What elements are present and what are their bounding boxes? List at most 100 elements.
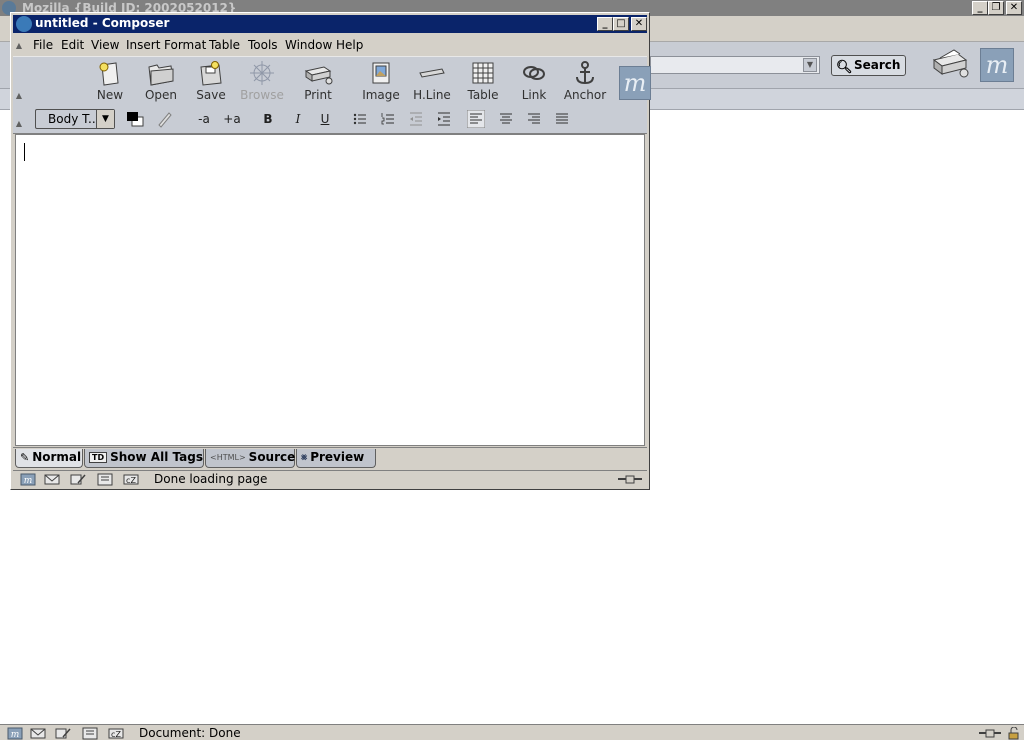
svg-text:cZ: cZ xyxy=(126,476,136,485)
align-right-icon[interactable] xyxy=(527,112,541,126)
online-connection-icon[interactable] xyxy=(978,727,1002,740)
menu-view[interactable]: View xyxy=(91,38,119,52)
magnifier-icon: 🔍︎ xyxy=(836,60,853,75)
tab-show-all-tags[interactable]: TD Show All Tags xyxy=(84,449,204,468)
menu-window[interactable]: Window xyxy=(285,38,332,52)
security-lock-icon xyxy=(1008,727,1019,740)
browser-print-icon[interactable] xyxy=(928,46,972,82)
composer-menubar: ▲ File Edit View Insert Format Table Too… xyxy=(13,35,647,56)
navigator-icon[interactable]: m xyxy=(20,473,36,486)
composer-icon[interactable] xyxy=(55,727,71,740)
composer-titlebar[interactable]: untitled - Composer _ □ ✕ xyxy=(13,15,647,33)
link-icon xyxy=(523,66,545,80)
new-page-icon xyxy=(99,62,119,86)
bold-button[interactable]: B xyxy=(259,109,277,129)
composer-statusbar: m cZ Done loading page xyxy=(13,470,647,488)
browse-icon xyxy=(250,61,274,85)
search-button-label: Search xyxy=(854,58,901,72)
align-center-icon[interactable] xyxy=(499,112,513,126)
open-button[interactable]: Open xyxy=(138,59,184,103)
larger-font-button[interactable]: +a xyxy=(221,109,243,129)
paragraph-style-select[interactable]: Body T... ▼ xyxy=(35,109,115,129)
hline-button[interactable]: H.Line xyxy=(409,59,455,103)
menu-table[interactable]: Table xyxy=(209,38,240,52)
menu-format[interactable]: Format xyxy=(164,38,206,52)
folder-icon xyxy=(148,64,174,86)
table-button[interactable]: Table xyxy=(460,59,506,103)
underline-button[interactable]: U xyxy=(316,109,334,129)
composer-close-button[interactable]: ✕ xyxy=(631,17,647,31)
normal-pencil-icon: ✎ xyxy=(20,451,30,464)
url-dropdown-icon[interactable]: ▼ xyxy=(803,58,817,72)
menu-insert[interactable]: Insert xyxy=(126,38,160,52)
bullet-list-icon[interactable] xyxy=(353,112,367,126)
new-button[interactable]: New xyxy=(87,59,133,103)
smaller-font-button[interactable]: -a xyxy=(193,109,215,129)
tab-normal[interactable]: ✎ Normal xyxy=(15,449,83,468)
browser-url-field[interactable]: ▼ xyxy=(650,56,820,74)
save-button[interactable]: Save xyxy=(188,59,234,103)
html-source-icon: <HTML> xyxy=(210,453,246,462)
highlight-color-icon[interactable] xyxy=(155,109,175,129)
menu-help[interactable]: Help xyxy=(336,38,363,52)
address-book-icon[interactable] xyxy=(97,473,113,486)
menubar-grip-icon[interactable]: ▲ xyxy=(15,41,23,50)
browser-minimize-button[interactable]: _ xyxy=(972,1,988,15)
tab-source[interactable]: <HTML> Source xyxy=(205,449,295,468)
image-icon xyxy=(372,62,390,84)
text-color-picker[interactable] xyxy=(123,109,147,129)
tab-preview[interactable]: ⨳ Preview xyxy=(296,449,376,468)
chevron-down-icon[interactable]: ▼ xyxy=(96,110,114,128)
mail-icon[interactable] xyxy=(30,727,46,740)
indent-icon[interactable] xyxy=(437,112,451,126)
browse-button: Browse xyxy=(239,59,285,103)
svg-text:cZ: cZ xyxy=(111,730,121,739)
navigator-icon[interactable]: m xyxy=(7,727,23,740)
preview-icon: ⨳ xyxy=(301,452,308,463)
browser-search-button[interactable]: 🔍︎ Search xyxy=(831,55,906,76)
composer-format-toolbar: ▲ Body T... ▼ -a +a B I U xyxy=(13,105,647,134)
svg-text:m: m xyxy=(24,476,33,486)
paragraph-style-value: Body T... xyxy=(48,112,100,126)
composer-title: untitled - Composer xyxy=(35,16,170,30)
hline-icon xyxy=(419,68,445,78)
online-connection-icon[interactable] xyxy=(617,473,643,486)
composer-minimize-button[interactable]: _ xyxy=(597,17,613,31)
browser-mozilla-logo[interactable]: m xyxy=(980,48,1014,82)
menu-file[interactable]: File xyxy=(33,38,53,52)
svg-text:m: m xyxy=(11,730,20,740)
edit-mode-tabs: ✎ Normal TD Show All Tags <HTML> Source ⨳ Pr… xyxy=(13,447,647,469)
align-justify-icon[interactable] xyxy=(555,112,569,126)
td-tag-icon: TD xyxy=(89,452,108,463)
toolbar-grip-icon[interactable]: ▲ xyxy=(15,91,23,100)
chatzilla-icon[interactable]: cZ xyxy=(123,473,139,486)
browser-statusbar: m cZ Document: Done xyxy=(0,724,1024,740)
link-button[interactable]: Link xyxy=(511,59,557,103)
editor-content-area[interactable] xyxy=(15,134,645,446)
menu-tools[interactable]: Tools xyxy=(248,38,278,52)
browser-status-text: Document: Done xyxy=(139,726,241,740)
composer-toolbar: ▲ New Open Save Browse Print Image H.Lin… xyxy=(13,56,651,106)
save-icon xyxy=(200,61,222,86)
anchor-button[interactable]: Anchor xyxy=(562,59,608,103)
chatzilla-icon[interactable]: cZ xyxy=(108,727,124,740)
browser-restore-button[interactable]: ❐ xyxy=(988,1,1004,15)
numbered-list-icon[interactable] xyxy=(381,112,395,126)
anchor-icon xyxy=(576,61,594,85)
composer-icon[interactable] xyxy=(70,473,86,486)
italic-button[interactable]: I xyxy=(289,109,307,129)
formatbar-grip-icon[interactable]: ▲ xyxy=(15,119,23,128)
composer-mozilla-logo[interactable]: m xyxy=(619,66,651,100)
align-left-icon[interactable] xyxy=(467,110,485,128)
browser-close-button[interactable]: ✕ xyxy=(1006,1,1022,15)
print-button[interactable]: Print xyxy=(295,59,341,103)
image-button[interactable]: Image xyxy=(358,59,404,103)
composer-status-text: Done loading page xyxy=(154,472,268,486)
menu-edit[interactable]: Edit xyxy=(61,38,84,52)
composer-app-icon xyxy=(16,16,32,32)
composer-window: untitled - Composer _ □ ✕ ▲ File Edit Vi… xyxy=(10,12,651,490)
composer-maximize-button[interactable]: □ xyxy=(613,17,629,31)
address-book-icon[interactable] xyxy=(82,727,98,740)
mail-icon[interactable] xyxy=(44,473,60,486)
outdent-icon[interactable] xyxy=(409,112,423,126)
